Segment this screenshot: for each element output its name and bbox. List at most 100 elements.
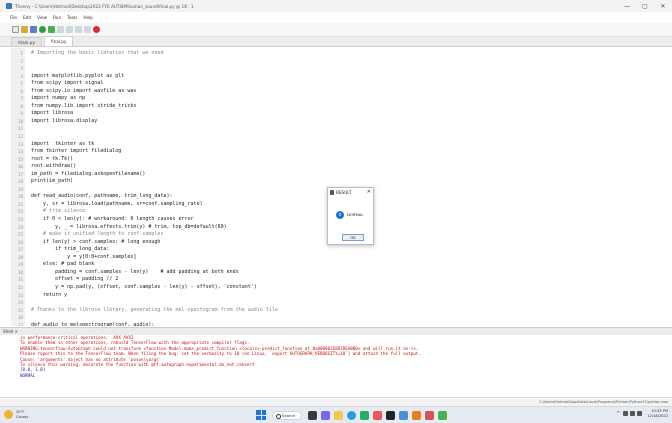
run-icon[interactable] bbox=[39, 26, 46, 33]
maximize-button[interactable]: ▢ bbox=[636, 0, 654, 12]
code-line[interactable]: 35 # Thanks to the librosa library, gener… bbox=[11, 307, 672, 315]
word-icon[interactable] bbox=[399, 410, 408, 420]
chevron-up-icon[interactable]: ^ bbox=[616, 411, 620, 417]
code-line[interactable]: 13 import tkinter as tk bbox=[11, 141, 672, 149]
code-text: return y bbox=[31, 291, 68, 298]
shell-panel[interactable]: in performance-critical operations: AVX … bbox=[0, 335, 672, 398]
weather-widget[interactable]: 30°F Cloudy bbox=[4, 410, 28, 419]
code-line[interactable]: 27 if trim_long_data: bbox=[11, 246, 672, 254]
line-number: 5 bbox=[20, 81, 23, 87]
code-line[interactable]: 7 import numpy as np bbox=[11, 95, 672, 103]
clock[interactable]: 10:33 PM 12/18/2022 bbox=[647, 409, 668, 418]
taskbar-search[interactable]: Search bbox=[272, 410, 302, 420]
code-line[interactable]: 36 bbox=[11, 314, 672, 322]
edge-browser-icon[interactable] bbox=[347, 410, 356, 420]
line-number: 20 bbox=[17, 194, 23, 200]
line-number: 18 bbox=[17, 179, 23, 185]
status-bar: C:\Users\Hotmail\AppData\Local\Programs\… bbox=[0, 399, 672, 406]
powerpoint-icon[interactable] bbox=[412, 410, 421, 420]
battery-icon[interactable] bbox=[637, 411, 643, 417]
clock-date: 12/18/2022 bbox=[647, 413, 668, 418]
line-number: 22 bbox=[17, 209, 23, 215]
code-line[interactable]: 17 im_path = filedialog.askopenfilename() bbox=[11, 171, 672, 179]
code-line[interactable]: 5 from scipy import signal bbox=[11, 80, 672, 88]
code-line[interactable]: 18 print(im_path) bbox=[11, 178, 672, 186]
line-number: 15 bbox=[17, 156, 23, 162]
code-line[interactable]: 11 bbox=[11, 125, 672, 133]
line-number: 3 bbox=[20, 66, 23, 72]
code-line[interactable]: 2 bbox=[11, 58, 672, 66]
code-line[interactable]: 6 from scipy.io import wavfile as wav bbox=[11, 88, 672, 96]
debug-icon[interactable] bbox=[48, 26, 55, 33]
code-line[interactable]: 12 bbox=[11, 133, 672, 141]
tab-main-py[interactable]: main.py bbox=[11, 37, 42, 46]
code-line[interactable]: 1 # Importing the basic libraries that we… bbox=[11, 50, 672, 58]
file-explorer-icon[interactable] bbox=[334, 410, 343, 420]
code-line[interactable]: 8 from numpy.lib import stride_tricks bbox=[11, 103, 672, 111]
code-line[interactable]: 30 padding = conf.samples - len(y) # add… bbox=[11, 269, 672, 277]
task-view-icon[interactable] bbox=[308, 410, 317, 420]
system-tray: ^ 10:33 PM 12/18/2022 bbox=[616, 409, 668, 418]
code-line[interactable]: 29 else: # pad blank bbox=[11, 261, 672, 269]
menu-edit[interactable]: Edit bbox=[23, 15, 31, 20]
code-text: def read_audio(conf, pathname, trim_long… bbox=[31, 193, 173, 200]
code-line[interactable]: 33 return y bbox=[11, 292, 672, 300]
line-number: 31 bbox=[17, 277, 23, 283]
line-number: 19 bbox=[17, 186, 23, 192]
menu-view[interactable]: View bbox=[37, 15, 47, 20]
line-number: 2 bbox=[20, 58, 23, 64]
code-line[interactable]: 32 y = np.pad(y, (offset, conf.samples -… bbox=[11, 284, 672, 292]
resume-icon[interactable] bbox=[84, 26, 91, 33]
step-into-icon[interactable] bbox=[66, 26, 73, 33]
menu-bar: File Edit View Run Tools Help bbox=[0, 13, 99, 21]
menu-file[interactable]: File bbox=[10, 15, 17, 20]
code-line[interactable]: 34 bbox=[11, 299, 672, 307]
new-file-icon[interactable] bbox=[12, 26, 19, 33]
stop-icon[interactable] bbox=[93, 26, 100, 33]
code-line[interactable]: 15 root = tk.Tk() bbox=[11, 156, 672, 164]
step-over-icon[interactable] bbox=[57, 26, 64, 33]
open-folder-icon[interactable] bbox=[21, 26, 28, 33]
shell-panel-header[interactable]: Shell × bbox=[0, 327, 672, 335]
menu-help[interactable]: Help bbox=[83, 15, 93, 20]
line-number: 14 bbox=[17, 149, 23, 155]
thonny-taskbar-icon[interactable] bbox=[425, 410, 434, 420]
code-line[interactable]: 37 def audio_to_melspectrogram(conf, audi… bbox=[11, 322, 672, 326]
code-line[interactable]: 28 y = y[0:0+conf.samples] bbox=[11, 254, 672, 262]
ok-button[interactable]: OK bbox=[342, 234, 364, 241]
dialog-close-button[interactable]: ✕ bbox=[367, 188, 371, 197]
result-dialog: RESULT ✕ i NORMAL OK bbox=[327, 187, 374, 245]
code-line[interactable]: 16 root.withdraw() bbox=[11, 163, 672, 171]
volume-icon[interactable] bbox=[630, 411, 636, 417]
menu-tools[interactable]: Tools bbox=[67, 15, 77, 20]
windows-start-icon[interactable] bbox=[256, 410, 266, 420]
close-button[interactable]: ✕ bbox=[654, 0, 672, 12]
step-out-icon[interactable] bbox=[75, 26, 82, 33]
thonny-window: Thonny - C:\Users\Hotmail\Desktop\2023 F… bbox=[0, 0, 672, 423]
wifi-icon[interactable] bbox=[623, 411, 629, 417]
code-line[interactable]: 4 import matplotlib.pyplot as plt bbox=[11, 73, 672, 81]
code-line[interactable]: 10 import librosa.display bbox=[11, 118, 672, 126]
chat-icon[interactable] bbox=[321, 410, 330, 420]
menu-run[interactable]: Run bbox=[53, 15, 61, 20]
save-icon[interactable] bbox=[30, 26, 37, 33]
code-line[interactable]: 9 import librosa bbox=[11, 110, 672, 118]
info-icon: i bbox=[336, 211, 344, 219]
minimize-button[interactable]: — bbox=[618, 0, 636, 12]
app-icon-green[interactable] bbox=[438, 410, 447, 420]
code-text: from tkinter import filedialog bbox=[31, 148, 122, 155]
code-line[interactable]: 3 bbox=[11, 65, 672, 73]
shell-output-line: NORMAL bbox=[20, 372, 36, 378]
code-line[interactable]: 31 offset = padding // 2 bbox=[11, 276, 672, 284]
code-text: y, sr = librosa.load(pathname, sr=conf.s… bbox=[31, 200, 203, 207]
code-text: import librosa.display bbox=[31, 117, 98, 124]
code-line[interactable]: 14 from tkinter import filedialog bbox=[11, 148, 672, 156]
app-icon-red[interactable] bbox=[373, 410, 382, 420]
store-icon[interactable] bbox=[360, 410, 369, 420]
terminal-icon[interactable] bbox=[386, 410, 395, 420]
tab-final-py[interactable]: final.py bbox=[43, 36, 74, 46]
code-text: if len(y) > conf.samples: # long enough bbox=[31, 238, 161, 245]
